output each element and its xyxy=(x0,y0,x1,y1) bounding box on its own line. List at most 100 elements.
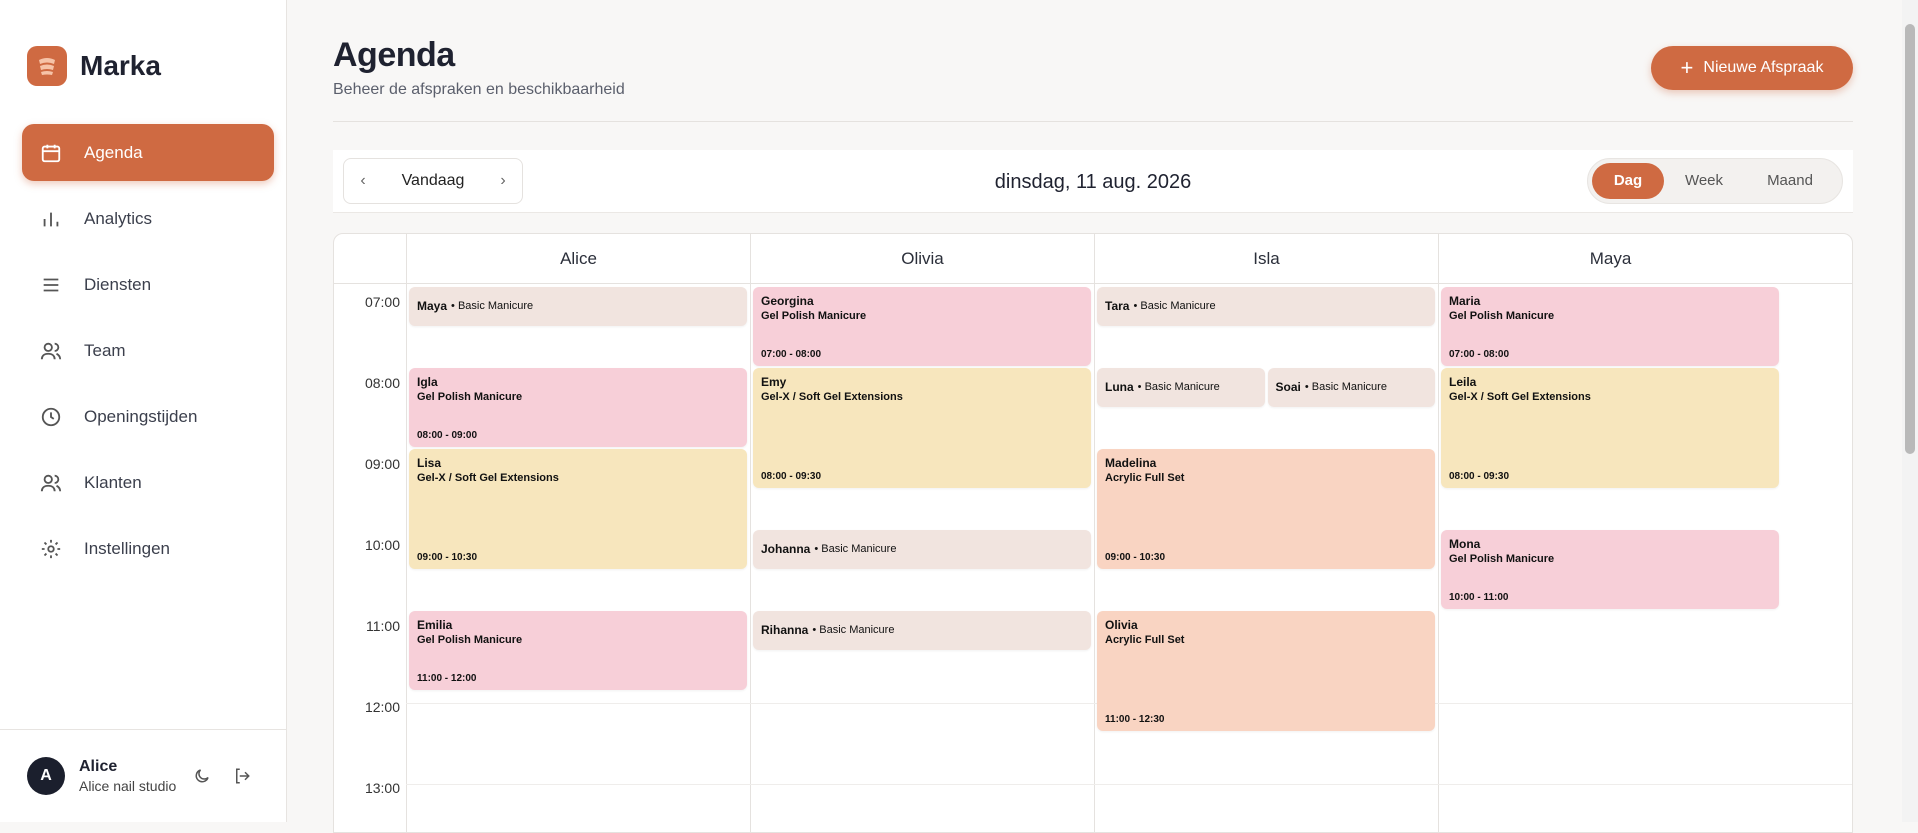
appointment-card[interactable]: Maria Gel Polish Manicure 07:00 - 08:00 xyxy=(1441,287,1779,366)
logout-icon[interactable] xyxy=(230,764,254,788)
sidebar-item-label: Diensten xyxy=(84,274,152,294)
column-divider xyxy=(1094,283,1095,832)
column-divider xyxy=(406,283,407,832)
staff-column-header: Olivia xyxy=(750,234,1094,283)
sidebar-item-label: Analytics xyxy=(84,208,153,228)
user-name: Alice xyxy=(79,758,118,775)
appointment-client: Lisa xyxy=(417,456,442,470)
appointment-client: Georgina xyxy=(761,294,814,308)
appointment-service: • Basic Manicure xyxy=(1133,300,1216,313)
appointment-client: Johanna xyxy=(761,542,811,557)
hour-label: 08:00 xyxy=(364,375,400,391)
appointment-card[interactable]: Johanna • Basic Manicure xyxy=(753,530,1091,569)
user-info: Alice Alice nail studio xyxy=(79,758,176,794)
appointment-card[interactable]: Luna • Basic Manicure xyxy=(1097,368,1265,407)
sidebar-item-instellingen[interactable]: Instellingen xyxy=(22,520,274,577)
sidebar-item-agenda[interactable]: Agenda xyxy=(22,124,274,181)
users-icon xyxy=(38,470,64,496)
appointment-service: • Basic Manicure xyxy=(1304,381,1387,394)
appointment-service: • Basic Manicure xyxy=(1137,381,1220,394)
staff-column-header: Alice xyxy=(406,234,750,283)
hour-label: 13:00 xyxy=(364,780,400,796)
brand-logo-icon xyxy=(27,46,67,86)
appointment-card[interactable]: Georgina Gel Polish Manicure 07:00 - 08:00 xyxy=(753,287,1091,366)
appointment-client: Leila xyxy=(1449,375,1477,389)
appointment-client: Igla xyxy=(417,375,438,389)
appointment-service: Gel-X / Soft Gel Extensions xyxy=(417,472,559,484)
calendar-icon xyxy=(38,140,64,166)
gear-icon xyxy=(38,536,64,562)
appointment-time: 11:00 - 12:00 xyxy=(417,673,477,684)
column-divider xyxy=(750,283,751,832)
user-footer: A Alice Alice nail studio xyxy=(0,729,286,822)
appointment-service: • Basic Manicure xyxy=(812,624,895,637)
appointment-client: Maria xyxy=(1449,294,1481,308)
appointment-service: • Basic Manicure xyxy=(451,300,534,313)
appointment-client: Mona xyxy=(1449,537,1481,551)
appointment-card[interactable]: Madelina Acrylic Full Set 09:00 - 10:30 xyxy=(1097,449,1435,569)
appointment-card[interactable]: Igla Gel Polish Manicure 08:00 - 09:00 xyxy=(409,368,747,447)
appointment-card[interactable]: Leila Gel-X / Soft Gel Extensions 08:00 - … xyxy=(1441,368,1779,488)
hour-label: 10:00 xyxy=(364,537,400,553)
appointment-time: 08:00 - 09:30 xyxy=(1449,470,1510,482)
appointment-time: 07:00 - 08:00 xyxy=(1449,349,1510,360)
moon-icon[interactable] xyxy=(190,764,214,788)
appointment-card[interactable]: Soai • Basic Manicure xyxy=(1267,368,1435,407)
appointment-client: Maya xyxy=(417,299,448,314)
calendar-toolbar: ‹ Vandaag › dinsdag, 11 aug. 2026 Dag We… xyxy=(333,150,1853,213)
brand[interactable]: Marka xyxy=(27,46,161,86)
appointment-card[interactable]: Maya • Basic Manicure xyxy=(409,287,747,326)
hour-gridline xyxy=(406,784,1852,785)
appointment-card[interactable]: Emy Gel-X / Soft Gel Extensions 08:00 - 09… xyxy=(753,368,1091,488)
appointment-time: 11:00 - 12:30 xyxy=(1105,713,1165,725)
main-content: Agenda Beheer de afspraken en beschikbaa… xyxy=(287,0,1918,833)
sidebar-item-klanten[interactable]: Klanten xyxy=(22,454,274,511)
view-week-button[interactable]: Week xyxy=(1664,163,1744,199)
appointment-client: Luna xyxy=(1105,380,1134,395)
appointment-card[interactable]: Mona Gel Polish Manicure 10:00 - 11:00 xyxy=(1441,530,1779,609)
appointment-card[interactable]: Olivia Acrylic Full Set 11:00 - 12:30 xyxy=(1097,611,1435,731)
appointment-time: 08:00 - 09:30 xyxy=(761,470,822,482)
page-subtitle: Beheer de afspraken en beschikbaarheid xyxy=(333,81,625,98)
calendar-grid: Alice Olivia Isla Maya 07:00 08:00 09:00… xyxy=(333,233,1853,833)
appointment-time: 09:00 - 10:30 xyxy=(417,551,478,563)
appointment-client: Rihanna xyxy=(761,623,809,638)
appointment-client: Emilia xyxy=(417,618,453,632)
appointment-service: Acrylic Full Set xyxy=(1105,634,1185,646)
scrollbar[interactable] xyxy=(1902,0,1918,822)
appointment-service: Gel Polish Manicure xyxy=(417,634,523,646)
appointment-card[interactable]: Tara • Basic Manicure xyxy=(1097,287,1435,326)
appointment-card[interactable]: Rihanna • Basic Manicure xyxy=(753,611,1091,650)
appointment-client: Tara xyxy=(1105,299,1130,314)
avatar[interactable]: A xyxy=(27,757,65,795)
sidebar-item-label: Agenda xyxy=(84,142,143,162)
view-month-button[interactable]: Maand xyxy=(1744,163,1836,199)
users-icon xyxy=(38,338,64,364)
sidebar: Marka Agenda Analytics Diensten Team Ope… xyxy=(0,0,287,822)
sidebar-item-label: Team xyxy=(84,340,126,360)
hour-label: 07:00 xyxy=(364,294,400,310)
sidebar-item-analytics[interactable]: Analytics xyxy=(22,190,274,247)
sidebar-item-label: Openingstijden xyxy=(84,406,198,426)
sidebar-item-openingstijden[interactable]: Openingstijden xyxy=(22,388,274,445)
bar-chart-icon xyxy=(38,206,64,232)
appointment-client: Olivia xyxy=(1105,618,1138,632)
view-day-button[interactable]: Dag xyxy=(1592,163,1664,199)
sidebar-item-team[interactable]: Team xyxy=(22,322,274,379)
staff-column-header: Isla xyxy=(1094,234,1438,283)
page-title: Agenda xyxy=(333,36,455,74)
appointment-client: Emy xyxy=(761,375,787,389)
user-studio: Alice nail studio xyxy=(79,778,177,794)
sidebar-item-diensten[interactable]: Diensten xyxy=(22,256,274,313)
appointment-time: 10:00 - 11:00 xyxy=(1449,592,1509,603)
appointment-client: Madelina xyxy=(1105,456,1157,470)
appointment-service: Gel-X / Soft Gel Extensions xyxy=(1449,391,1591,403)
new-appointment-button[interactable]: + Nieuwe Afspraak xyxy=(1651,46,1853,90)
appointment-client: Soai xyxy=(1275,380,1301,395)
hour-label: 09:00 xyxy=(364,456,400,472)
appointment-card[interactable]: Lisa Gel-X / Soft Gel Extensions 09:00 - 1… xyxy=(409,449,747,569)
sidebar-nav: Agenda Analytics Diensten Team Openingst… xyxy=(22,124,274,586)
appointment-card[interactable]: Emilia Gel Polish Manicure 11:00 - 12:00 xyxy=(409,611,747,690)
appointment-service: Gel-X / Soft Gel Extensions xyxy=(761,391,903,403)
scrollbar-thumb[interactable] xyxy=(1905,24,1915,454)
